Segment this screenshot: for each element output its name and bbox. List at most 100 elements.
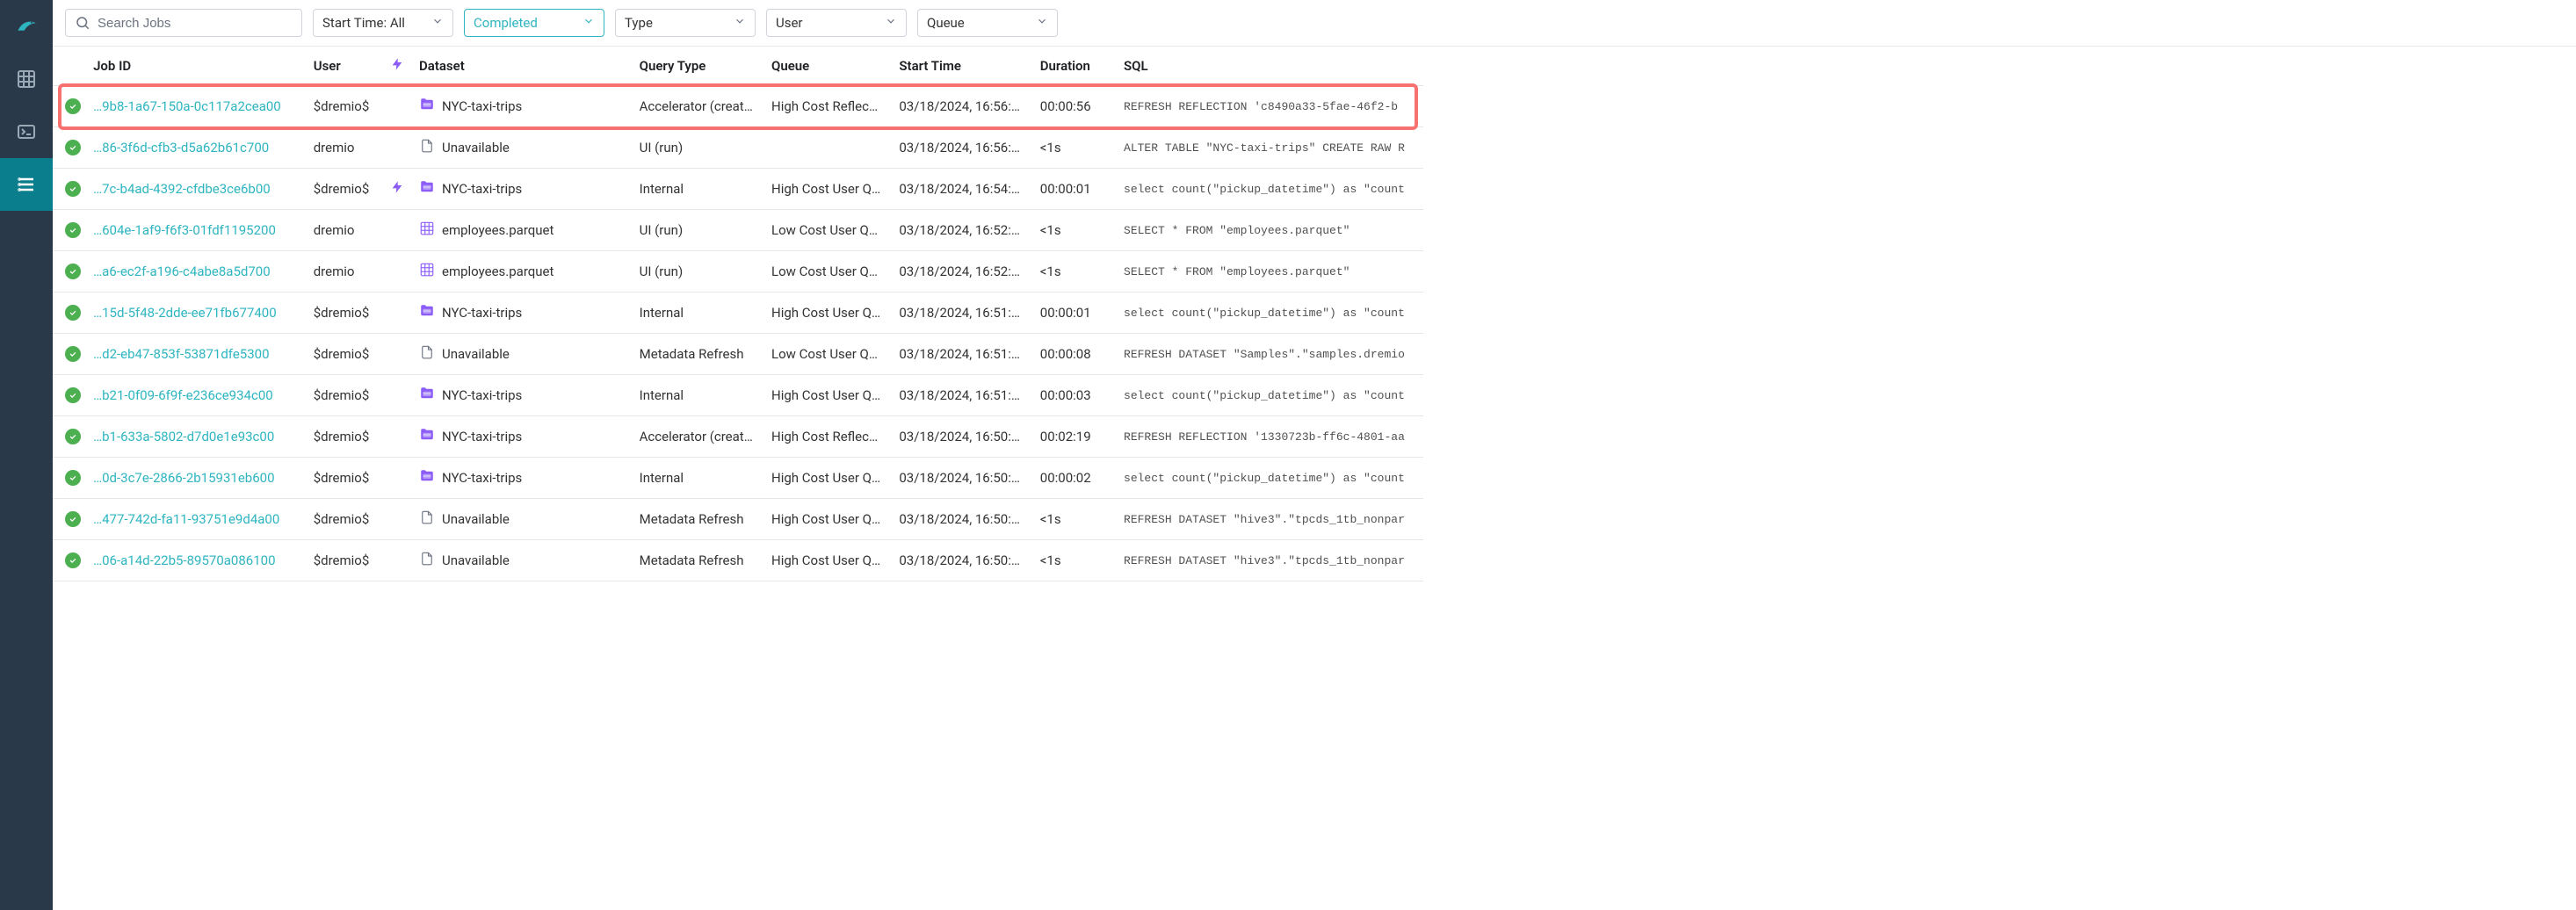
cell-query-type: UI (run) <box>631 210 763 251</box>
cell-sql: REFRESH REFLECTION 'c8490a33-5fae-46f2-b <box>1115 86 1423 127</box>
table-row[interactable]: …b21-0f09-6f9f-e236ce934c00 $dremio$ NYC… <box>53 375 1423 416</box>
status-success-icon <box>65 470 81 486</box>
job-id-link[interactable]: …0d-3c7e-2866-2b15931eb600 <box>93 470 274 486</box>
cell-duration: <1s <box>1031 127 1115 169</box>
status-success-icon <box>65 511 81 527</box>
nav-sql[interactable] <box>0 105 53 158</box>
cell-accel <box>384 540 410 581</box>
table-row[interactable]: …7c-b4ad-4392-cfdbe3ce6b00 $dremio$ NYC-… <box>53 169 1423 210</box>
job-id-link[interactable]: …477-742d-fa11-93751e9d4a00 <box>93 511 279 527</box>
cell-dataset: Unavailable <box>442 552 510 568</box>
col-user[interactable]: User <box>305 47 384 86</box>
cell-queue: High Cost User Q… <box>763 375 890 416</box>
chevron-down-icon <box>582 15 595 31</box>
cell-accel <box>384 416 410 458</box>
cell-query-type: Internal <box>631 458 763 499</box>
cell-start-time: 03/18/2024, 16:50:42 <box>890 416 1031 458</box>
status-success-icon <box>65 552 81 568</box>
job-id-link[interactable]: …9b8-1a67-150a-0c117a2cea00 <box>93 98 281 114</box>
cell-duration: 00:00:01 <box>1031 292 1115 334</box>
nav-datasets[interactable] <box>0 53 53 105</box>
cell-start-time: 03/18/2024, 16:51:34 <box>890 375 1031 416</box>
status-success-icon <box>65 429 81 444</box>
filter-status[interactable]: Completed <box>464 9 604 37</box>
cell-queue <box>763 127 890 169</box>
table-row[interactable]: …b1-633a-5802-d7d0e1e93c00 $dremio$ NYC-… <box>53 416 1423 458</box>
job-id-link[interactable]: …7c-b4ad-4392-cfdbe3ce6b00 <box>93 181 271 197</box>
search-input[interactable] <box>98 16 293 31</box>
chevron-down-icon <box>885 15 897 31</box>
nav-jobs[interactable] <box>0 158 53 211</box>
job-id-link[interactable]: …604e-1af9-f6f3-01fdf1195200 <box>93 222 276 238</box>
col-qtype[interactable]: Query Type <box>631 47 763 86</box>
toolbar: Start Time: All Completed Type User Queu… <box>53 0 2576 47</box>
filter-start-time[interactable]: Start Time: All <box>313 9 453 37</box>
job-id-link[interactable]: …b1-633a-5802-d7d0e1e93c00 <box>93 429 274 444</box>
table-row[interactable]: …604e-1af9-f6f3-01fdf1195200 dremio empl… <box>53 210 1423 251</box>
table-row[interactable]: …9b8-1a67-150a-0c117a2cea00 $dremio$ NYC… <box>53 86 1423 127</box>
job-id-link[interactable]: …15d-5f48-2dde-ee71fb677400 <box>93 305 277 321</box>
table-row[interactable]: …15d-5f48-2dde-ee71fb677400 $dremio$ NYC… <box>53 292 1423 334</box>
folder-icon <box>419 97 435 116</box>
cell-query-type: Metadata Refresh <box>631 540 763 581</box>
cell-accel <box>384 292 410 334</box>
cell-start-time: 03/18/2024, 16:50:12 <box>890 540 1031 581</box>
cell-user: $dremio$ <box>305 499 384 540</box>
folder-icon <box>419 303 435 322</box>
chevron-down-icon <box>431 15 444 31</box>
cell-dataset: NYC-taxi-trips <box>442 387 522 403</box>
col-accel <box>384 47 410 86</box>
cell-user: $dremio$ <box>305 334 384 375</box>
cell-query-type: Internal <box>631 292 763 334</box>
cell-start-time: 03/18/2024, 16:50:36 <box>890 458 1031 499</box>
cell-accel <box>384 251 410 292</box>
col-dataset[interactable]: Dataset <box>410 47 631 86</box>
cell-user: $dremio$ <box>305 86 384 127</box>
search-icon <box>75 15 90 31</box>
cell-dataset: employees.parquet <box>442 222 554 238</box>
status-success-icon <box>65 305 81 321</box>
file-icon <box>419 509 435 529</box>
job-id-link[interactable]: …86-3f6d-cfb3-d5a62b61c700 <box>93 140 269 155</box>
filter-label: Type <box>625 15 653 31</box>
cell-queue: High Cost Reflecti… <box>763 86 890 127</box>
chevron-down-icon <box>734 15 746 31</box>
filter-type[interactable]: Type <box>615 9 756 37</box>
folder-icon <box>419 386 435 405</box>
job-id-link[interactable]: …d2-eb47-853f-53871dfe5300 <box>93 346 269 362</box>
cell-user: $dremio$ <box>305 458 384 499</box>
table-row[interactable]: …0d-3c7e-2866-2b15931eb600 $dremio$ NYC-… <box>53 458 1423 499</box>
cell-sql: ALTER TABLE "NYC-taxi-trips" CREATE RAW … <box>1115 127 1423 169</box>
job-id-link[interactable]: …a6-ec2f-a196-c4abe8a5d700 <box>93 264 271 279</box>
cell-dataset: NYC-taxi-trips <box>442 305 522 321</box>
col-jobid[interactable]: Job ID <box>84 47 305 86</box>
table-row[interactable]: …86-3f6d-cfb3-d5a62b61c700 dremio Unavai… <box>53 127 1423 169</box>
cell-duration: 00:00:01 <box>1031 169 1115 210</box>
cell-start-time: 03/18/2024, 16:56:07 <box>890 127 1031 169</box>
search-box[interactable] <box>65 9 302 37</box>
folder-icon <box>419 179 435 199</box>
col-queue[interactable]: Queue <box>763 47 890 86</box>
table-row[interactable]: …06-a14d-22b5-89570a086100 $dremio$ Unav… <box>53 540 1423 581</box>
filter-queue[interactable]: Queue <box>917 9 1058 37</box>
col-dur[interactable]: Duration <box>1031 47 1115 86</box>
col-sql[interactable]: SQL <box>1115 47 1423 86</box>
cell-sql: REFRESH DATASET "Samples"."samples.dremi… <box>1115 334 1423 375</box>
job-id-link[interactable]: …06-a14d-22b5-89570a086100 <box>93 552 275 568</box>
cell-user: $dremio$ <box>305 416 384 458</box>
cell-user: $dremio$ <box>305 540 384 581</box>
cell-duration: <1s <box>1031 251 1115 292</box>
table-row[interactable]: …477-742d-fa11-93751e9d4a00 $dremio$ Una… <box>53 499 1423 540</box>
cell-user: dremio <box>305 127 384 169</box>
grid-icon <box>419 262 435 281</box>
filter-user[interactable]: User <box>766 9 907 37</box>
cell-duration: <1s <box>1031 210 1115 251</box>
cell-queue: High Cost User Q… <box>763 458 890 499</box>
job-id-link[interactable]: …b21-0f09-6f9f-e236ce934c00 <box>93 387 273 403</box>
cell-dataset: Unavailable <box>442 511 510 527</box>
col-start[interactable]: Start Time <box>890 47 1031 86</box>
cell-user: $dremio$ <box>305 292 384 334</box>
table-row[interactable]: …d2-eb47-853f-53871dfe5300 $dremio$ Unav… <box>53 334 1423 375</box>
sidebar <box>0 0 53 910</box>
table-row[interactable]: …a6-ec2f-a196-c4abe8a5d700 dremio employ… <box>53 251 1423 292</box>
